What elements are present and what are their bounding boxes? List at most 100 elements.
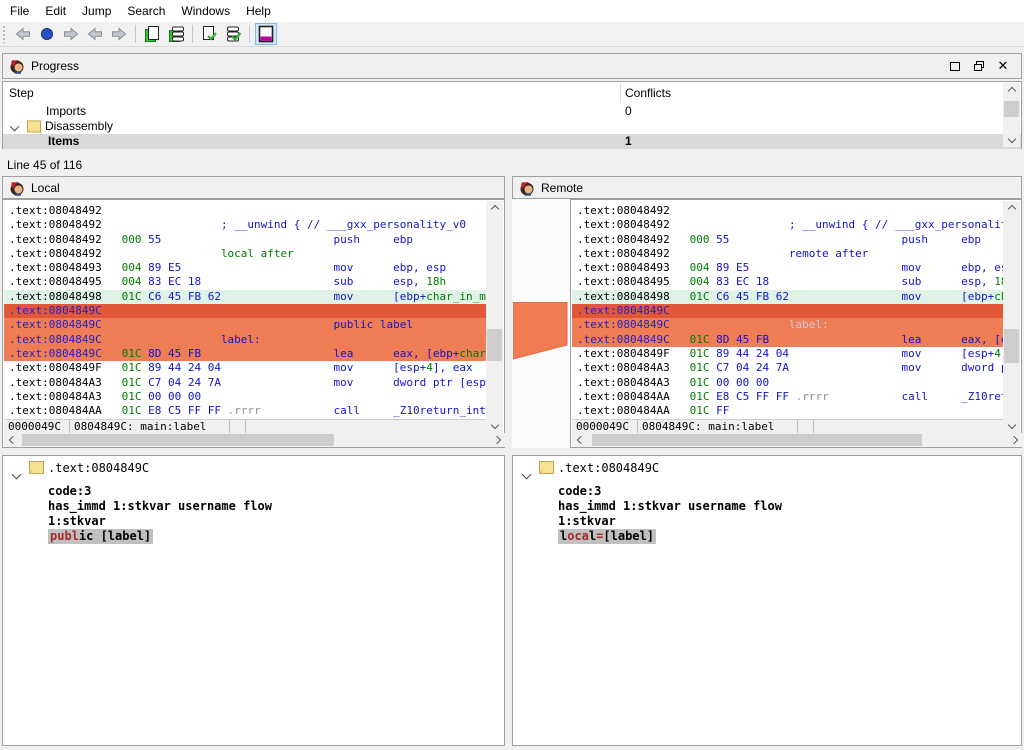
next-arrow-icon[interactable] xyxy=(108,23,130,45)
listing-row[interactable]: .text:08048495 004 83 EC 18 sub esp, 18h xyxy=(572,275,1005,289)
current-position-dot-icon[interactable] xyxy=(36,23,58,45)
detail-line[interactable]: code:3 xyxy=(558,484,782,499)
listing-row[interactable]: .text:08048492 000 55 push ebp xyxy=(572,233,1005,247)
document-icon[interactable] xyxy=(141,23,163,45)
remote-status-bar: 0000049C 0804849C: main:label xyxy=(572,419,1005,433)
scroll-up-icon[interactable] xyxy=(1003,201,1020,217)
forward-arrow-icon[interactable] xyxy=(60,23,82,45)
detail-line[interactable]: 1:stkvar xyxy=(48,514,272,529)
prev-arrow-icon[interactable] xyxy=(84,23,106,45)
local-status-bar: 0000049C 0804849C: main:label xyxy=(4,419,488,433)
listing-row[interactable]: .text:08048492 xyxy=(572,204,1005,218)
listing-row[interactable]: .text:08048492 local after xyxy=(4,247,488,261)
listing-row[interactable]: .text:08048492 remote after xyxy=(572,247,1005,261)
remote-pane-header: Remote xyxy=(512,176,1022,199)
progress-row-disassembly[interactable]: Disassembly xyxy=(3,119,1021,134)
detail-conflict-line[interactable]: public [label] xyxy=(48,529,272,544)
progress-titlebar: Progress ✕ xyxy=(2,53,1022,79)
merged-document-icon[interactable] xyxy=(255,23,277,45)
listing-row[interactable]: .text:08048492 ; __unwind { // ___gxx_pe… xyxy=(572,218,1005,232)
remote-vscrollbar[interactable] xyxy=(1003,201,1020,433)
document-check-icon[interactable] xyxy=(198,23,220,45)
listing-row[interactable]: .text:080484AA 01C FF xyxy=(572,404,1005,418)
progress-row-items[interactable]: Items1 xyxy=(3,134,1021,149)
listing-row[interactable]: .text:08048492 xyxy=(4,204,488,218)
status-cell xyxy=(798,420,814,433)
menu-item-search[interactable]: Search xyxy=(119,0,173,22)
detail-address[interactable]: .text:0804849C xyxy=(558,461,659,475)
scroll-left-icon[interactable] xyxy=(572,433,589,447)
scroll-right-icon[interactable] xyxy=(1005,433,1022,447)
float-window-button[interactable] xyxy=(967,57,991,75)
listing-row[interactable]: .text:080484A3 01C 00 00 00 xyxy=(572,376,1005,390)
local-vscrollbar[interactable] xyxy=(486,201,503,433)
ida-local-icon xyxy=(9,180,25,196)
listing-row[interactable]: .text:0804849C xyxy=(572,304,1005,318)
local-pane-title: Local xyxy=(31,181,60,195)
listing-row[interactable]: .text:08048498 01C C6 45 FB 62 mov [ebp+… xyxy=(4,290,488,304)
listing-row[interactable]: .text:080484AA 01C E8 C5 FF FF .rrrr cal… xyxy=(4,404,488,418)
listing-row[interactable]: .text:08048498 01C C6 45 FB 62 mov [ebp+… xyxy=(572,290,1005,304)
menu-item-file[interactable]: File xyxy=(2,0,37,22)
scroll-down-icon[interactable] xyxy=(1003,131,1020,147)
listing-row[interactable]: .text:0804849C 01C 8D 45 FB lea eax, [eb… xyxy=(4,347,488,361)
document-stack-check-icon[interactable] xyxy=(222,23,244,45)
remote-listing: .text:08048492.text:08048492 ; __unwind … xyxy=(570,199,1022,448)
listing-row[interactable]: .text:080484A3 01C C7 04 24 7A mov dword… xyxy=(4,376,488,390)
conflict-connector xyxy=(513,302,569,360)
listing-row[interactable]: .text:080484A3 01C C7 04 24 7A mov dword… xyxy=(572,361,1005,375)
scroll-up-icon[interactable] xyxy=(486,201,503,217)
toolbar-drag-handle[interactable] xyxy=(2,25,7,43)
listing-row[interactable]: .text:08048492 ; __unwind { // ___gxx_pe… xyxy=(4,218,488,232)
listing-row[interactable]: .text:08048493 004 89 E5 mov ebp, esp xyxy=(4,261,488,275)
remote-hscrollbar[interactable] xyxy=(572,433,1022,447)
listing-row[interactable]: .text:0804849F 01C 89 44 24 04 mov [esp+… xyxy=(572,347,1005,361)
menu-item-edit[interactable]: Edit xyxy=(37,0,74,22)
listing-row[interactable]: .text:0804849C xyxy=(4,304,488,318)
menu-item-windows[interactable]: Windows xyxy=(173,0,238,22)
listing-row[interactable]: .text:08048492 000 55 push ebp xyxy=(4,233,488,247)
scroll-down-icon[interactable] xyxy=(486,417,503,433)
expander-chevron-icon[interactable] xyxy=(13,465,20,483)
scroll-right-icon[interactable] xyxy=(488,433,505,447)
listing-row[interactable]: .text:08048495 004 83 EC 18 sub esp, 18h xyxy=(4,275,488,289)
listing-row[interactable]: .text:0804849C label: xyxy=(572,318,1005,332)
detail-address[interactable]: .text:0804849C xyxy=(48,461,149,475)
local-listing-rows: .text:08048492.text:08048492 ; __unwind … xyxy=(4,201,488,419)
listing-row[interactable]: .text:0804849C public label xyxy=(4,318,488,332)
detail-line[interactable]: has_immd 1:stkvar username flow xyxy=(558,499,782,514)
folder-icon xyxy=(27,120,41,133)
status-cell: 0000049C xyxy=(4,420,70,433)
toolbar-separator xyxy=(249,25,250,43)
local-listing: .text:08048492.text:08048492 ; __unwind … xyxy=(2,199,505,448)
maximize-button[interactable] xyxy=(943,57,967,75)
detail-line[interactable]: code:3 xyxy=(48,484,272,499)
listing-row[interactable]: .text:08048493 004 89 E5 mov ebp, esp xyxy=(572,261,1005,275)
scroll-up-icon[interactable] xyxy=(1003,83,1020,99)
listing-row[interactable]: .text:080484A3 01C 00 00 00 xyxy=(4,390,488,404)
listing-row[interactable]: .text:080484AA 01C E8 C5 FF FF .rrrr cal… xyxy=(572,390,1005,404)
expander-chevron-icon[interactable] xyxy=(10,122,20,132)
expander-chevron-icon[interactable] xyxy=(523,465,530,483)
progress-rows: Imports0DisassemblyItems1 xyxy=(3,104,1021,149)
progress-table-header: Step Conflicts xyxy=(3,82,1021,104)
progress-row-imports[interactable]: Imports0 xyxy=(3,104,1021,119)
progress-row-label: Imports xyxy=(46,104,86,119)
menu-item-help[interactable]: Help xyxy=(238,0,279,22)
progress-vscrollbar[interactable] xyxy=(1003,83,1020,147)
listing-row[interactable]: .text:0804849F 01C 89 44 24 04 mov [esp+… xyxy=(4,361,488,375)
detail-line[interactable]: 1:stkvar xyxy=(558,514,782,529)
listing-row[interactable]: .text:0804849C 01C 8D 45 FB lea eax, [eb… xyxy=(572,333,1005,347)
close-button[interactable]: ✕ xyxy=(991,57,1015,75)
scroll-down-icon[interactable] xyxy=(1003,417,1020,433)
scroll-left-icon[interactable] xyxy=(4,433,21,447)
remote-detail-lines: code:3has_immd 1:stkvar username flow1:s… xyxy=(558,484,782,544)
detail-conflict-line[interactable]: local=[label] xyxy=(558,529,782,544)
local-hscrollbar[interactable] xyxy=(4,433,505,447)
menu-item-jump[interactable]: Jump xyxy=(74,0,119,22)
listing-row[interactable]: .text:0804849C label: xyxy=(4,333,488,347)
back-arrow-icon[interactable] xyxy=(12,23,34,45)
folder-icon xyxy=(539,461,554,474)
document-stack-icon[interactable] xyxy=(165,23,187,45)
detail-line[interactable]: has_immd 1:stkvar username flow xyxy=(48,499,272,514)
